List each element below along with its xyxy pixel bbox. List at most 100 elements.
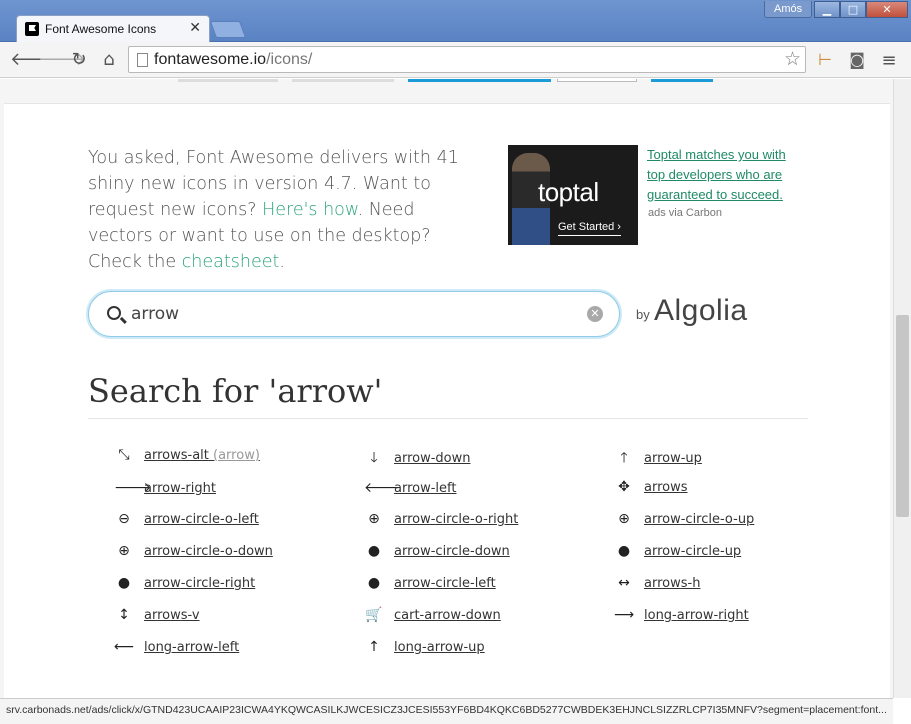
icon-result-item[interactable]: ⊖ arrow-circle-o-left: [114, 511, 259, 531]
profile-badge[interactable]: Amós: [764, 1, 813, 18]
arrows-h-icon: ↔: [618, 575, 630, 591]
address-bar[interactable]: fontawesome.io/icons/ ☆: [128, 46, 806, 73]
icon-name-post: -left: [213, 640, 240, 655]
results-title: Search for 'arrow': [88, 372, 383, 410]
icon-name-post: -right: [180, 481, 216, 496]
close-window-button[interactable]: ✕: [866, 1, 908, 18]
extension-icon[interactable]: ⊢: [815, 50, 835, 70]
icon-name-match: arrow: [394, 544, 431, 559]
icon-name-post: -up: [463, 640, 485, 655]
page-viewport: You asked, Font Awesome delivers with 41…: [0, 79, 893, 698]
icon-result-item[interactable]: ⊕ arrow-circle-o-right: [364, 511, 518, 531]
icon-result-item[interactable]: 🛒 cart-arrow-down: [364, 607, 501, 627]
url-text[interactable]: fontawesome.io/icons/: [154, 51, 312, 69]
arrow-circle-o-up-icon: ⊕: [618, 511, 630, 527]
camera-icon[interactable]: ◙: [847, 50, 867, 70]
icon-result-item[interactable]: 🡑 arrow-up: [614, 447, 702, 467]
icon-name-match: arrow: [394, 512, 431, 527]
request-icons-link[interactable]: Here's how: [262, 200, 358, 220]
icon-name-match: arrow: [144, 576, 181, 591]
browser-toolbar: 🡐 🡒 ↻ ⌂ fontawesome.io/icons/ ☆ ⊢ ◙ ≡: [0, 42, 911, 78]
arrows-alt-icon: ⤡: [118, 447, 130, 463]
tab-title: Font Awesome Icons: [45, 22, 157, 36]
icon-result-item[interactable]: ● arrow-circle-left: [364, 575, 496, 595]
icon-result-item[interactable]: 🡐arrow-left: [364, 479, 456, 499]
cheatsheet-link[interactable]: cheatsheet: [182, 252, 280, 272]
ad-link[interactable]: Toptal matches you with top developers w…: [647, 145, 807, 205]
icon-name-post: -circle-o-right: [430, 512, 519, 527]
icon-name-match: arrow: [644, 512, 681, 527]
icon-name-match: arrow: [144, 481, 181, 496]
icon-result-item[interactable]: ⟵ long-arrow-left: [114, 639, 239, 659]
icon-name-post: -circle-o-left: [180, 512, 259, 527]
forward-arrow-icon[interactable]: 🡒: [38, 49, 86, 71]
arrow-circle-o-left-icon: ⊖: [118, 511, 130, 527]
menu-icon[interactable]: ≡: [879, 50, 899, 71]
algolia-logo[interactable]: Algolia: [654, 294, 748, 328]
icon-name-match: arrow: [644, 480, 681, 495]
header-button[interactable]: [292, 79, 394, 82]
icon-name-post: s-alt: [180, 448, 209, 463]
icon-name-match: arrow: [644, 544, 681, 559]
ad-image[interactable]: toptal Get Started ›: [508, 145, 638, 245]
search-input[interactable]: [131, 302, 571, 326]
header-button[interactable]: [178, 79, 278, 82]
header-button[interactable]: [408, 79, 551, 82]
intro-paragraph: You asked, Font Awesome delivers with 41…: [88, 148, 459, 272]
arrow-circle-o-down-icon: ⊕: [118, 543, 130, 559]
arrow-circle-left-icon: ●: [367, 575, 381, 591]
icon-alias-pre: (: [208, 448, 219, 463]
icon-result-item[interactable]: 🡓 arrow-down: [364, 447, 470, 467]
arrow-circle-right-icon: ●: [117, 575, 131, 591]
window-titlebar: Font Awesome Icons ✕ Amós ▁ □ ✕: [0, 0, 911, 43]
icon-name-post: -circle-left: [430, 576, 496, 591]
header-button[interactable]: [651, 79, 713, 82]
close-tab-icon[interactable]: ✕: [189, 20, 201, 36]
bookmark-star-icon[interactable]: ☆: [784, 48, 801, 70]
browser-tab[interactable]: Font Awesome Icons ✕: [16, 15, 210, 43]
arrows-icon: ✥: [618, 479, 630, 495]
icon-name-match: arrow: [144, 512, 181, 527]
scroll-thumb[interactable]: [896, 315, 909, 517]
icon-name-pre: long-: [644, 608, 677, 623]
arrow-up-icon: 🡑: [620, 450, 628, 466]
vertical-scrollbar[interactable]: [893, 79, 911, 698]
icon-result-item[interactable]: ⤡ arrows-alt (arrow): [114, 447, 260, 467]
clear-search-icon[interactable]: ✕: [587, 306, 603, 322]
icon-alias-match: arrow: [218, 448, 255, 463]
minimize-button[interactable]: ▁: [814, 1, 840, 18]
icon-name-match: arrow: [394, 451, 431, 466]
home-icon[interactable]: ⌂: [98, 49, 120, 71]
new-tab-button[interactable]: [209, 21, 247, 38]
search-box[interactable]: ✕: [88, 291, 620, 337]
icon-name-post: -circle-right: [180, 576, 256, 591]
reload-icon[interactable]: ↻: [68, 49, 90, 71]
icon-result-item[interactable]: ↔ arrows-h: [614, 575, 700, 595]
back-arrow-icon[interactable]: 🡐: [10, 49, 58, 71]
icon-result-item[interactable]: ⊕ arrow-circle-o-up: [614, 511, 754, 531]
page-icon: [137, 53, 148, 67]
icon-result-item[interactable]: ⟶ long-arrow-right: [614, 607, 749, 627]
icon-name-match: arrow: [176, 640, 214, 655]
icon-result-item[interactable]: ● arrow-circle-up: [614, 543, 741, 563]
maximize-button[interactable]: □: [840, 1, 866, 18]
header-button[interactable]: [557, 79, 637, 82]
icon-result-item[interactable]: ↕ arrows-v: [114, 607, 200, 627]
arrow-down-icon: 🡓: [370, 450, 378, 466]
icon-result-item[interactable]: ✥ arrows: [614, 479, 687, 499]
icon-name-post: -down: [460, 608, 501, 623]
icon-name-post: s-h: [680, 576, 701, 591]
icon-name-match: arrow: [144, 448, 181, 463]
arrows-v-icon: ↕: [118, 607, 130, 623]
icon-name-match: arrow: [644, 451, 681, 466]
icon-name-post: s-v: [180, 608, 200, 623]
icon-result-item[interactable]: ⊕ arrow-circle-o-down: [114, 543, 273, 563]
icon-result-item[interactable]: ● arrow-circle-down: [364, 543, 510, 563]
icon-result-item[interactable]: ● arrow-circle-right: [114, 575, 255, 595]
icon-result-item[interactable]: ↑ long-arrow-up: [364, 639, 485, 659]
icon-name-match: arrow: [676, 608, 714, 623]
long-arrow-left-icon: ⟵: [114, 639, 135, 655]
icon-result-item[interactable]: 🡒arrow-right: [114, 479, 216, 499]
arrow-circle-up-icon: ●: [617, 543, 631, 559]
icon-name-match: arrow: [394, 481, 431, 496]
